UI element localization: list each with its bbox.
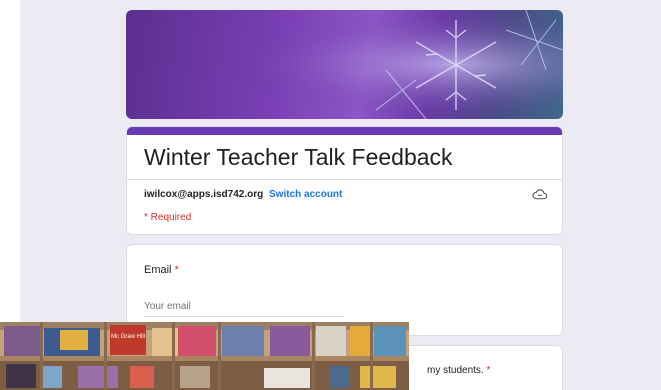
snowflake-illustration xyxy=(126,10,563,119)
photo-book-label: Mc Graw Hill xyxy=(111,334,145,340)
account-line: iwilcox@apps.isd742.org Switch account xyxy=(144,189,342,200)
required-asterisk: * xyxy=(174,264,179,276)
title-accent-bar xyxy=(127,127,562,135)
required-asterisk: * xyxy=(486,365,491,376)
classroom-shelf-photo: Mc Graw Hill xyxy=(0,322,409,390)
header-banner-image xyxy=(126,10,563,119)
title-divider xyxy=(127,179,562,180)
required-note: * Required xyxy=(144,212,192,223)
email-input[interactable] xyxy=(144,297,344,317)
form-title-card: Winter Teacher Talk Feedback iwilcox@app… xyxy=(126,126,563,235)
email-label-text: Email xyxy=(144,264,172,276)
account-email: iwilcox@apps.isd742.org xyxy=(144,189,264,200)
cloud-offline-icon xyxy=(532,189,548,200)
email-question-label: Email * xyxy=(144,264,179,276)
question-2-label: my students. * xyxy=(427,365,490,376)
form-title: Winter Teacher Talk Feedback xyxy=(144,144,453,170)
shelf-photo-illustration: Mc Graw Hill xyxy=(0,322,409,390)
switch-account-link[interactable]: Switch account xyxy=(269,189,342,200)
question-2-text: my students. xyxy=(427,365,484,376)
